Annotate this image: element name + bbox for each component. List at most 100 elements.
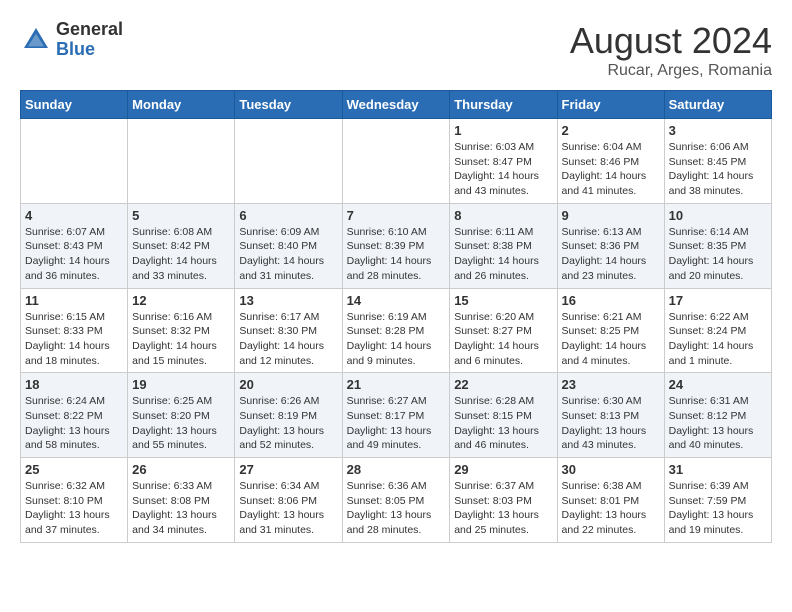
day-info: Sunrise: 6:36 AM Sunset: 8:05 PM Dayligh… [347,479,446,538]
day-number: 4 [25,208,123,223]
day-number: 15 [454,293,552,308]
calendar-subtitle: Rucar, Arges, Romania [570,62,772,80]
day-number: 11 [25,293,123,308]
logo-text: General Blue [56,20,123,60]
day-info: Sunrise: 6:34 AM Sunset: 8:06 PM Dayligh… [239,479,337,538]
day-number: 29 [454,462,552,477]
day-info: Sunrise: 6:13 AM Sunset: 8:36 PM Dayligh… [562,225,660,284]
day-number: 3 [669,123,767,138]
calendar-cell [342,119,450,204]
day-number: 26 [132,462,230,477]
calendar-cell: 4Sunrise: 6:07 AM Sunset: 8:43 PM Daylig… [21,203,128,288]
day-number: 2 [562,123,660,138]
calendar-cell: 31 Sunrise: 6:39 AM Sunset: 7:59 PM Dayli… [664,458,771,543]
calendar-cell: 26 Sunrise: 6:33 AM Sunset: 8:08 PM Dayli… [128,458,235,543]
day-number: 8 [454,208,552,223]
logo-icon [20,24,52,56]
weekday-header-wednesday: Wednesday [342,91,450,119]
calendar-cell: 14 Sunrise: 6:19 AM Sunset: 8:28 PM Dayli… [342,288,450,373]
day-info: Sunrise: 6:38 AM Sunset: 8:01 PM Dayligh… [562,479,660,538]
calendar-week-5: 25Sunrise: 6:32 AM Sunset: 8:10 PM Dayli… [21,458,772,543]
day-info: Sunrise: 6:33 AM Sunset: 8:08 PM Dayligh… [132,479,230,538]
calendar-cell: 6 Sunrise: 6:09 AM Sunset: 8:40 PM Daylig… [235,203,342,288]
day-info: Sunrise: 6:06 AM Sunset: 8:45 PM Dayligh… [669,140,767,199]
day-number: 20 [239,377,337,392]
calendar-cell: 21 Sunrise: 6:27 AM Sunset: 8:17 PM Dayli… [342,373,450,458]
calendar-cell: 18 Sunrise: 6:24 AM Sunset: 8:22 PM Dayli… [21,373,128,458]
weekday-header-sunday: Sunday [21,91,128,119]
day-number: 1 [454,123,552,138]
calendar-week-4: 18 Sunrise: 6:24 AM Sunset: 8:22 PM Dayli… [21,373,772,458]
weekday-header-friday: Friday [557,91,664,119]
day-info: Sunrise: 6:15 AM Sunset: 8:33 PM Dayligh… [25,310,123,369]
calendar-table: SundayMondayTuesdayWednesdayThursdayFrid… [20,90,772,543]
day-info: Sunrise: 6:25 AM Sunset: 8:20 PM Dayligh… [132,394,230,453]
calendar-cell: 7Sunrise: 6:10 AM Sunset: 8:39 PM Daylig… [342,203,450,288]
day-number: 22 [454,377,552,392]
day-info: Sunrise: 6:14 AM Sunset: 8:35 PM Dayligh… [669,225,767,284]
calendar-cell: 12 Sunrise: 6:16 AM Sunset: 8:32 PM Dayli… [128,288,235,373]
calendar-cell: 25Sunrise: 6:32 AM Sunset: 8:10 PM Dayli… [21,458,128,543]
day-number: 5 [132,208,230,223]
weekday-header-monday: Monday [128,91,235,119]
day-number: 19 [132,377,230,392]
day-number: 12 [132,293,230,308]
day-info: Sunrise: 6:16 AM Sunset: 8:32 PM Dayligh… [132,310,230,369]
day-info: Sunrise: 6:08 AM Sunset: 8:42 PM Dayligh… [132,225,230,284]
day-info: Sunrise: 6:24 AM Sunset: 8:22 PM Dayligh… [25,394,123,453]
weekday-header-thursday: Thursday [450,91,557,119]
day-number: 13 [239,293,337,308]
calendar-cell: 20 Sunrise: 6:26 AM Sunset: 8:19 PM Dayli… [235,373,342,458]
day-info: Sunrise: 6:04 AM Sunset: 8:46 PM Dayligh… [562,140,660,199]
day-info: Sunrise: 6:19 AM Sunset: 8:28 PM Dayligh… [347,310,446,369]
calendar-cell [128,119,235,204]
page-header: General Blue August 2024 Rucar, Arges, R… [20,20,772,80]
calendar-cell: 24 Sunrise: 6:31 AM Sunset: 8:12 PM Dayli… [664,373,771,458]
day-number: 21 [347,377,446,392]
day-number: 24 [669,377,767,392]
calendar-cell: 1 Sunrise: 6:03 AM Sunset: 8:47 PM Daylig… [450,119,557,204]
calendar-week-1: 1 Sunrise: 6:03 AM Sunset: 8:47 PM Daylig… [21,119,772,204]
day-number: 17 [669,293,767,308]
day-info: Sunrise: 6:09 AM Sunset: 8:40 PM Dayligh… [239,225,337,284]
calendar-cell: 22Sunrise: 6:28 AM Sunset: 8:15 PM Dayli… [450,373,557,458]
calendar-cell: 10Sunrise: 6:14 AM Sunset: 8:35 PM Dayli… [664,203,771,288]
day-number: 27 [239,462,337,477]
title-section: August 2024 Rucar, Arges, Romania [570,20,772,80]
calendar-week-3: 11 Sunrise: 6:15 AM Sunset: 8:33 PM Dayli… [21,288,772,373]
day-info: Sunrise: 6:17 AM Sunset: 8:30 PM Dayligh… [239,310,337,369]
day-info: Sunrise: 6:32 AM Sunset: 8:10 PM Dayligh… [25,479,123,538]
day-info: Sunrise: 6:20 AM Sunset: 8:27 PM Dayligh… [454,310,552,369]
day-number: 14 [347,293,446,308]
day-number: 18 [25,377,123,392]
day-info: Sunrise: 6:22 AM Sunset: 8:24 PM Dayligh… [669,310,767,369]
day-info: Sunrise: 6:03 AM Sunset: 8:47 PM Dayligh… [454,140,552,199]
calendar-cell: 9 Sunrise: 6:13 AM Sunset: 8:36 PM Daylig… [557,203,664,288]
calendar-cell: 3 Sunrise: 6:06 AM Sunset: 8:45 PM Daylig… [664,119,771,204]
day-info: Sunrise: 6:31 AM Sunset: 8:12 PM Dayligh… [669,394,767,453]
calendar-cell: 13 Sunrise: 6:17 AM Sunset: 8:30 PM Dayli… [235,288,342,373]
weekday-header-saturday: Saturday [664,91,771,119]
calendar-cell: 30Sunrise: 6:38 AM Sunset: 8:01 PM Dayli… [557,458,664,543]
calendar-cell: 2 Sunrise: 6:04 AM Sunset: 8:46 PM Daylig… [557,119,664,204]
day-number: 31 [669,462,767,477]
calendar-cell: 27 Sunrise: 6:34 AM Sunset: 8:06 PM Dayli… [235,458,342,543]
calendar-cell: 15 Sunrise: 6:20 AM Sunset: 8:27 PM Dayli… [450,288,557,373]
day-info: Sunrise: 6:26 AM Sunset: 8:19 PM Dayligh… [239,394,337,453]
weekday-header-row: SundayMondayTuesdayWednesdayThursdayFrid… [21,91,772,119]
day-number: 16 [562,293,660,308]
logo-general: General [56,19,123,39]
day-info: Sunrise: 6:11 AM Sunset: 8:38 PM Dayligh… [454,225,552,284]
day-number: 23 [562,377,660,392]
day-number: 28 [347,462,446,477]
day-number: 9 [562,208,660,223]
day-info: Sunrise: 6:27 AM Sunset: 8:17 PM Dayligh… [347,394,446,453]
calendar-cell: 17 Sunrise: 6:22 AM Sunset: 8:24 PM Dayli… [664,288,771,373]
day-info: Sunrise: 6:39 AM Sunset: 7:59 PM Dayligh… [669,479,767,538]
calendar-cell [21,119,128,204]
calendar-title: August 2024 [570,20,772,62]
day-number: 7 [347,208,446,223]
day-number: 6 [239,208,337,223]
calendar-cell [235,119,342,204]
logo: General Blue [20,20,123,60]
